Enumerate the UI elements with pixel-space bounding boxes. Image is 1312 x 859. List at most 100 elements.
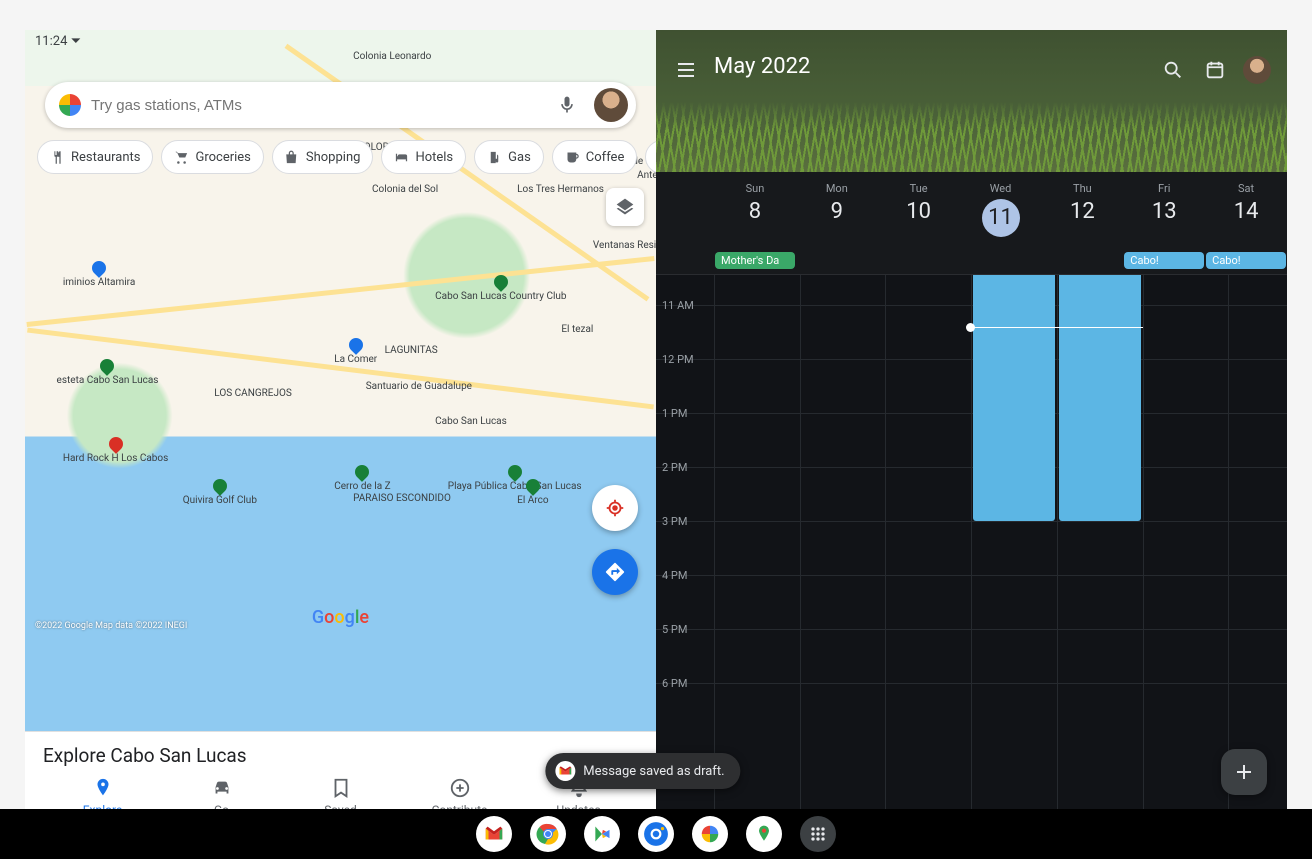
taskbar-apps-icon[interactable] xyxy=(800,816,836,852)
layers-button[interactable] xyxy=(606,188,644,226)
dow-label: Tue xyxy=(878,182,960,195)
poi-label[interactable]: El tezal xyxy=(561,324,593,335)
map-canvas[interactable]: Colonia Leonardo Colonia del Sol Los Tres … xyxy=(25,30,656,731)
poi-label[interactable]: Los Tres Hermanos xyxy=(517,184,604,195)
chip-coffee[interactable]: Coffee xyxy=(552,140,638,174)
allday-event[interactable]: Mother's Da xyxy=(715,252,795,269)
google-maps-logo-icon xyxy=(59,94,81,116)
profile-avatar[interactable] xyxy=(594,88,628,122)
hour-label: 11 AM xyxy=(662,299,694,312)
now-indicator xyxy=(971,327,1142,328)
my-location-button[interactable] xyxy=(592,485,638,531)
directions-button[interactable] xyxy=(592,549,638,595)
hour-label: 12 PM xyxy=(662,353,694,366)
status-time: 11:24 ⏷ xyxy=(35,34,81,49)
dow-label: Thu xyxy=(1041,182,1123,195)
allday-cell[interactable]: Mother's Da xyxy=(714,251,796,274)
poi-label[interactable]: Cerro de la Z xyxy=(334,465,390,492)
poi-label[interactable]: La Comer xyxy=(334,338,377,365)
chip-restaurants[interactable]: Restaurants xyxy=(37,140,153,174)
poi-label[interactable]: Cabo San Lucas xyxy=(435,416,507,427)
allday-cell[interactable] xyxy=(796,251,878,274)
allday-cell[interactable]: Cabo! xyxy=(1123,251,1205,274)
calendar-event[interactable] xyxy=(1059,275,1141,521)
chip-gas[interactable]: Gas xyxy=(474,140,544,174)
dow-label: Wed xyxy=(960,182,1042,195)
poi-label[interactable]: El Arco xyxy=(517,479,548,506)
date-number: 12 xyxy=(1041,199,1123,224)
week-header: Sun8Mon 9Tue 10Wed11Thu 12Fri 13Sat14 xyxy=(656,172,1287,251)
poi-label[interactable]: Ventanas Residencial xyxy=(593,240,656,251)
calendar-event[interactable] xyxy=(973,275,1055,521)
chip-label: Hotels xyxy=(415,150,453,165)
allday-event[interactable]: Cabo! xyxy=(1124,252,1204,269)
chip-label: Coffee xyxy=(586,150,625,165)
allday-cell[interactable] xyxy=(960,251,1042,274)
chip-hotels[interactable]: Hotels xyxy=(381,140,466,174)
search-bar[interactable] xyxy=(45,82,636,128)
add-event-button[interactable] xyxy=(1221,749,1267,795)
poi-label[interactable]: Cabo San Lucas Country Club xyxy=(435,275,566,302)
allday-cell[interactable]: Cabo! xyxy=(1205,251,1287,274)
dow-label: Mon xyxy=(796,182,878,195)
taskbar-chrome-icon[interactable] xyxy=(530,816,566,852)
poi-pin-icon xyxy=(98,357,118,377)
taskbar-camera-icon[interactable] xyxy=(638,816,674,852)
profile-avatar[interactable] xyxy=(1243,56,1271,84)
hour-label: 6 PM xyxy=(662,677,687,690)
mic-icon[interactable] xyxy=(550,88,584,122)
chip-shopping[interactable]: Shopping xyxy=(272,140,374,174)
hour-label: 2 PM xyxy=(662,461,687,474)
poi-label[interactable]: LAGUNITAS xyxy=(385,345,438,356)
calendar-app: ⇅ ▮ May 2022 Sun8Mon9Tue10Wed11Thu12Fri1… xyxy=(656,30,1287,829)
chip-label: Shopping xyxy=(306,150,361,165)
poi-pin-icon xyxy=(346,336,366,356)
day-header[interactable]: Fri 13 xyxy=(1123,172,1205,251)
day-header[interactable]: Wed11 xyxy=(960,172,1042,251)
allday-cell[interactable] xyxy=(878,251,960,274)
map-attribution: ©2022 Google Map data ©2022 INEGI xyxy=(35,621,187,631)
day-header[interactable]: Mon 9 xyxy=(796,172,878,251)
taskbar-gmail-icon[interactable] xyxy=(476,816,512,852)
poi-label[interactable]: Santuario de Guadalupe xyxy=(366,381,472,392)
allday-event[interactable]: Cabo! xyxy=(1206,252,1286,269)
day-header[interactable]: Sat14 xyxy=(1205,172,1287,251)
date-number: 9 xyxy=(796,199,878,224)
poi-label[interactable]: LOS CANGREJOS xyxy=(214,388,292,399)
day-header[interactable]: Tue 10 xyxy=(878,172,960,251)
poi-label[interactable]: PARAISO ESCONDIDO xyxy=(353,493,451,504)
date-number: 8 xyxy=(714,199,796,224)
chip-label: Restaurants xyxy=(71,150,140,165)
taskbar-maps-icon[interactable] xyxy=(746,816,782,852)
poi-label[interactable]: Quivira Golf Club xyxy=(183,479,257,506)
poi-pin-icon xyxy=(106,434,126,454)
poi-pin-icon xyxy=(210,476,230,496)
toast-text: Message saved as draft. xyxy=(583,764,724,779)
category-chips: Restaurants Groceries Shopping Hotels Gas Cof… xyxy=(33,140,656,174)
allday-cell[interactable] xyxy=(1041,251,1123,274)
chip-pha[interactable]: Pha xyxy=(645,140,656,174)
day-header[interactable]: Thu 12 xyxy=(1041,172,1123,251)
dow-label: Fri xyxy=(1123,182,1205,195)
poi-label[interactable]: Playa Pública Cabo San Lucas xyxy=(448,465,582,492)
taskbar-play-icon[interactable] xyxy=(584,816,620,852)
poi-label[interactable]: Hard Rock H Los Cabos xyxy=(63,437,168,464)
search-icon[interactable] xyxy=(1159,56,1187,84)
month-label[interactable]: May 2022 xyxy=(714,54,810,79)
chip-label: Gas xyxy=(508,150,531,165)
search-input[interactable] xyxy=(91,97,540,114)
poi-label[interactable]: Colonia del Sol xyxy=(372,184,438,195)
poi-label[interactable]: iminios Altamira xyxy=(63,261,135,288)
poi-label[interactable]: esteta Cabo San Lucas xyxy=(57,359,159,386)
taskbar-photos-icon[interactable] xyxy=(692,816,728,852)
calendar-grid[interactable]: 11 AM12 PM1 PM2 PM3 PM4 PM5 PM6 PM xyxy=(656,275,1287,829)
poi-pin-icon xyxy=(353,462,373,482)
menu-icon[interactable] xyxy=(672,56,700,84)
day-header[interactable]: Sun8 xyxy=(714,172,796,251)
date-number: 10 xyxy=(878,199,960,224)
today-icon[interactable] xyxy=(1201,56,1229,84)
date-number: 13 xyxy=(1123,199,1205,224)
hour-label: 1 PM xyxy=(662,407,687,420)
poi-label[interactable]: Colonia Leonardo xyxy=(353,51,431,62)
chip-groceries[interactable]: Groceries xyxy=(161,140,263,174)
